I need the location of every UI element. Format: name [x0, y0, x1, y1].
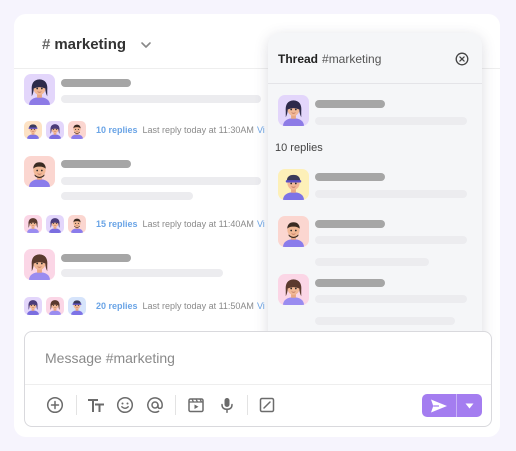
- reply-count-link[interactable]: 15 replies: [96, 219, 138, 229]
- toolbar-divider: [247, 395, 248, 415]
- message-text-placeholder: [315, 295, 467, 303]
- avatar: [46, 121, 64, 139]
- author-name-placeholder: [61, 254, 131, 262]
- message-text-placeholder: [61, 192, 193, 200]
- message-text-placeholder: [315, 236, 467, 244]
- avatar: [24, 121, 42, 139]
- caret-down-icon: [465, 403, 474, 408]
- author-name-placeholder: [315, 173, 385, 181]
- close-icon[interactable]: [455, 52, 469, 66]
- reply-count-link[interactable]: 10 replies: [96, 125, 138, 135]
- avatar: [68, 297, 86, 315]
- text-format-icon[interactable]: [85, 394, 107, 416]
- thread-title: Thread #marketing: [278, 52, 381, 66]
- avatar: [68, 215, 86, 233]
- avatar: [24, 297, 42, 315]
- view-thread-link[interactable]: Vi: [257, 125, 265, 135]
- last-reply-time: Last reply today at 11:30AM: [142, 125, 254, 135]
- avatar: [24, 215, 42, 233]
- thread-divider: [268, 83, 482, 84]
- message-input[interactable]: [45, 350, 445, 366]
- chat-card: # marketing 10 replies Last reply today …: [14, 14, 500, 437]
- send-icon: [431, 399, 447, 412]
- channel-name: marketing: [54, 36, 127, 53]
- avatar[interactable]: [278, 274, 309, 305]
- send-options-dropdown[interactable]: [457, 394, 482, 417]
- avatar: [46, 215, 64, 233]
- microphone-icon[interactable]: [216, 394, 238, 416]
- message-composer: [24, 331, 492, 427]
- edit-box-icon[interactable]: [256, 394, 278, 416]
- thread-summary[interactable]: 10 replies Last reply today at 11:30AM V…: [24, 120, 265, 140]
- send-button[interactable]: [422, 394, 456, 417]
- author-name-placeholder: [315, 100, 385, 108]
- author-name-placeholder: [61, 160, 131, 168]
- composer-divider: [25, 384, 491, 385]
- channel-header[interactable]: # marketing: [42, 36, 152, 53]
- emoji-icon[interactable]: [114, 394, 136, 416]
- video-clip-icon[interactable]: [185, 394, 207, 416]
- message-text-placeholder: [61, 269, 223, 277]
- avatar[interactable]: [278, 169, 309, 200]
- thread-summary[interactable]: 20 replies Last reply today at 11:50AM V…: [24, 296, 265, 316]
- channel-hash: #: [42, 36, 51, 53]
- message-text-placeholder: [61, 177, 261, 185]
- message-text-placeholder: [315, 317, 455, 325]
- mention-icon[interactable]: [144, 394, 166, 416]
- send-button-group: [422, 394, 482, 417]
- view-thread-link[interactable]: Vi: [257, 301, 265, 311]
- thread-channel: #marketing: [322, 52, 382, 66]
- reply-count-link[interactable]: 20 replies: [96, 301, 138, 311]
- message-text-placeholder: [61, 95, 261, 103]
- message-text-placeholder: [315, 190, 467, 198]
- thread-summary[interactable]: 15 replies Last reply today at 11:40AM V…: [24, 214, 265, 234]
- avatar: [68, 121, 86, 139]
- avatar[interactable]: [278, 216, 309, 247]
- avatar[interactable]: [278, 95, 309, 126]
- thread-panel: Thread #marketing 10 replies: [268, 33, 482, 363]
- author-name-placeholder: [315, 220, 385, 228]
- avatar: [46, 297, 64, 315]
- chevron-down-icon[interactable]: [140, 39, 152, 51]
- avatar[interactable]: [24, 249, 55, 280]
- add-circle-icon[interactable]: [44, 394, 66, 416]
- message-text-placeholder: [315, 117, 467, 125]
- avatar[interactable]: [24, 156, 55, 187]
- message-text-placeholder: [315, 258, 429, 266]
- avatar[interactable]: [24, 74, 55, 105]
- author-name-placeholder: [61, 79, 131, 87]
- last-reply-time: Last reply today at 11:40AM: [142, 219, 254, 229]
- last-reply-time: Last reply today at 11:50AM: [142, 301, 254, 311]
- thread-label: Thread: [278, 52, 319, 66]
- thread-reply-count: 10 replies: [275, 142, 323, 154]
- toolbar-divider: [76, 395, 77, 415]
- author-name-placeholder: [315, 279, 385, 287]
- toolbar-divider: [175, 395, 176, 415]
- view-thread-link[interactable]: Vi: [257, 219, 265, 229]
